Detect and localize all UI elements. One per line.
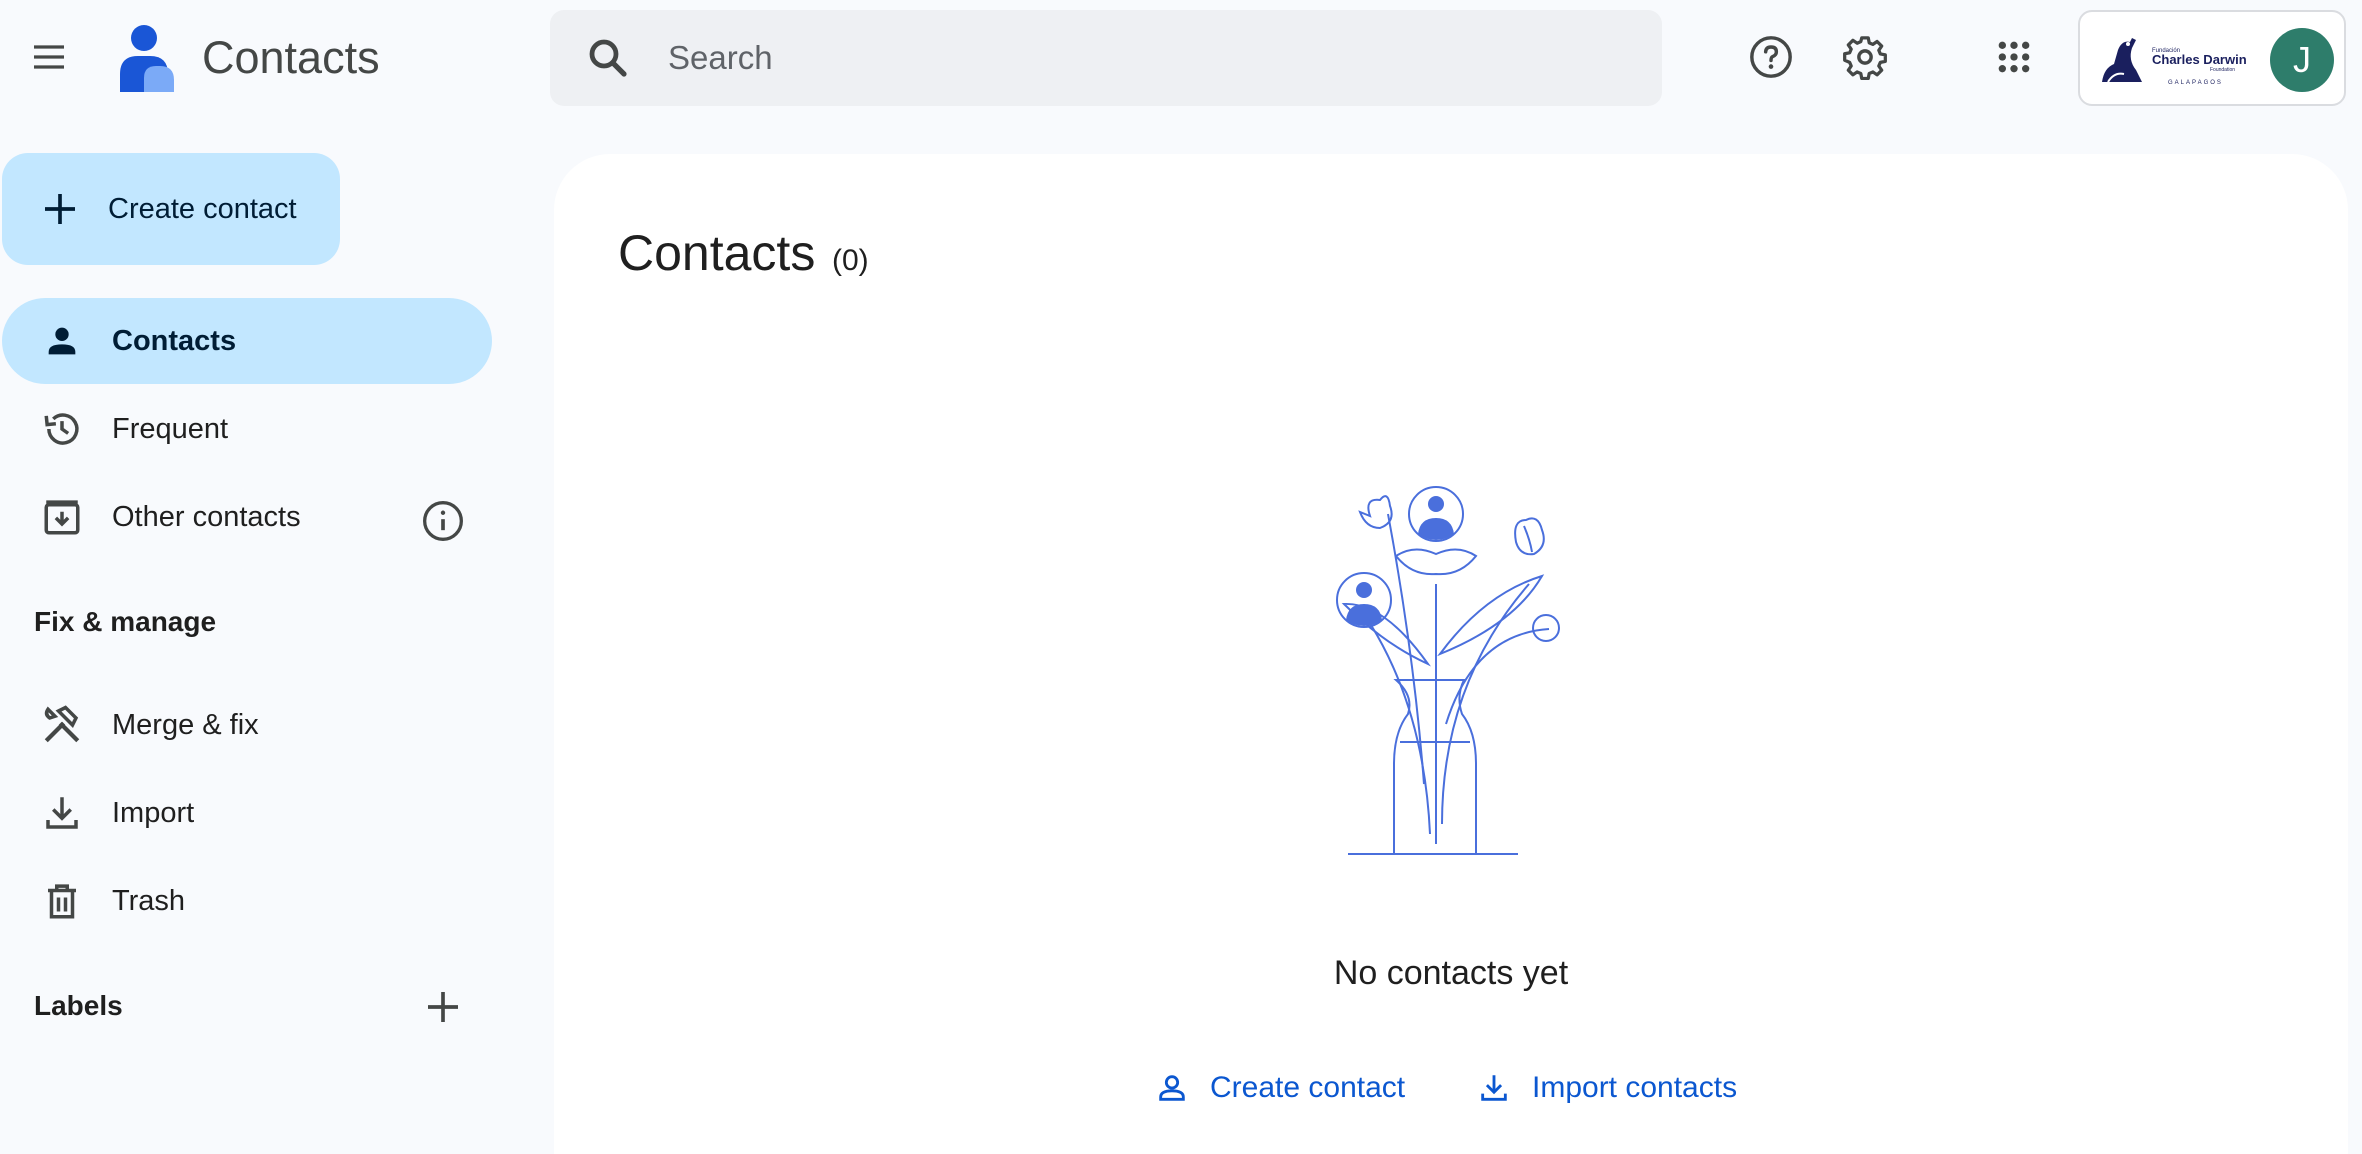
other-contacts-info-button[interactable]	[414, 492, 472, 550]
account-switcher[interactable]: Fundación Charles Darwin Foundation GALA…	[2078, 10, 2346, 106]
create-contact-label: Create contact	[108, 192, 297, 225]
history-icon	[40, 407, 84, 451]
person-outline-icon	[1154, 1070, 1190, 1106]
settings-icon	[1843, 36, 1887, 80]
sidebar-item-frequent[interactable]: Frequent	[2, 386, 492, 472]
plus-icon	[45, 194, 75, 224]
account-avatar[interactable]: J	[2270, 28, 2334, 92]
import-icon	[1476, 1070, 1512, 1106]
menu-icon	[34, 45, 64, 69]
trash-icon	[40, 879, 84, 923]
svg-text:Foundation: Foundation	[2210, 67, 2235, 73]
person-icon	[40, 319, 84, 363]
archive-download-icon	[40, 495, 84, 539]
apps-icon	[1998, 41, 2030, 73]
search-icon[interactable]	[584, 34, 632, 82]
plus-icon	[428, 992, 458, 1022]
create-contact-link[interactable]: Create contact	[1154, 1058, 1405, 1118]
search-input[interactable]	[668, 10, 1628, 106]
settings-button[interactable]	[1836, 28, 1894, 86]
sidebar-item-label: Contacts	[112, 324, 237, 357]
sidebar-item-label: Frequent	[112, 412, 229, 445]
sidebar-item-label: Import	[112, 796, 195, 829]
main-panel: Contacts (0) No contacts yet Create cont…	[554, 154, 2348, 1154]
svg-text:Charles Darwin: Charles Darwin	[2152, 52, 2247, 67]
contacts-logo-icon	[120, 25, 174, 92]
svg-text:GALAPAGOS: GALAPAGOS	[2168, 80, 2223, 86]
sidebar-item-label: Trash	[112, 884, 186, 917]
import-contacts-link[interactable]: Import contacts	[1476, 1058, 1737, 1118]
empty-state-illustration	[1336, 486, 1560, 855]
merge-fix-icon	[40, 703, 84, 747]
create-contact-button[interactable]: Create contact	[2, 153, 340, 265]
add-label-button[interactable]	[414, 978, 472, 1036]
organization-logo: Fundación Charles Darwin Foundation GALA…	[2102, 38, 2247, 86]
apps-button[interactable]	[1985, 28, 2043, 86]
sidebar-item-import[interactable]: Import	[2, 770, 492, 856]
sidebar-item-contacts[interactable]: Contacts	[2, 298, 492, 384]
search-bar[interactable]	[550, 10, 1662, 106]
sidebar-item-label: Other contacts	[112, 500, 301, 533]
sidebar-item-label: Merge & fix	[112, 708, 259, 741]
page-title: Contacts	[618, 225, 816, 281]
labels-heading: Labels	[34, 990, 123, 1021]
app-title: Contacts	[202, 32, 380, 83]
info-icon	[423, 501, 463, 541]
create-contact-link-label: Create contact	[1210, 1071, 1406, 1104]
help-button[interactable]	[1742, 28, 1800, 86]
fix-manage-heading: Fix & manage	[34, 606, 217, 637]
help-icon	[1750, 36, 1792, 78]
sidebar-item-trash[interactable]: Trash	[2, 858, 492, 944]
import-icon	[40, 791, 84, 835]
empty-state-message: No contacts yet	[1333, 954, 1569, 992]
top-bar: Contacts Search Fundación Charles Darwin…	[0, 0, 2362, 120]
import-contacts-link-label: Import contacts	[1532, 1071, 1738, 1104]
sidebar-item-merge-fix[interactable]: Merge & fix	[2, 682, 492, 768]
main-menu-button[interactable]	[20, 28, 78, 86]
contact-count: (0)	[832, 244, 869, 277]
